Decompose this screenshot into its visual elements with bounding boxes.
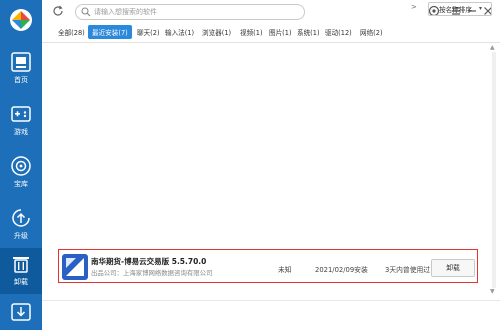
search-icon [81, 7, 91, 17]
sort-dropdown[interactable]: 按名称排序 ▾ [428, 2, 492, 16]
upgrade-icon [12, 209, 30, 227]
scroll-up-arrow-icon[interactable]: ▲ [490, 44, 495, 51]
home-icon [11, 52, 31, 72]
uninstall-button[interactable]: 卸载 [431, 259, 475, 277]
app-publisher: 出品公司：上海家博网络数据咨询有限公司 [91, 269, 213, 277]
sort-label: 按名称排序 [439, 6, 472, 14]
treasury-icon [11, 156, 31, 176]
divider [42, 300, 500, 301]
app-install-date: 2021/02/09安装 [315, 266, 368, 274]
sidebar-item-label: 宝库 [14, 180, 28, 188]
tab-input-method[interactable]: 输入法(1) [165, 27, 194, 37]
search-placeholder: 请输入想搜索的软件 [94, 8, 157, 16]
sidebar-item-treasury[interactable]: 宝库 [0, 150, 42, 194]
sidebar: 首页 游戏 宝库 升级 卸载 [0, 0, 42, 330]
download-manager-icon[interactable] [10, 302, 32, 322]
tab-network[interactable]: 网络(2) [360, 27, 383, 37]
tab-recently-installed[interactable]: 最近安装(7) [88, 25, 132, 39]
sidebar-item-upgrade[interactable]: 升级 [0, 202, 42, 246]
scroll-track[interactable] [492, 52, 496, 288]
search-input[interactable]: 请输入想搜索的软件 [75, 4, 305, 20]
sidebar-item-games[interactable]: 游戏 [0, 98, 42, 142]
sidebar-item-uninstall[interactable]: 卸载 [0, 248, 42, 294]
app-logo-icon [10, 9, 32, 31]
app-size: 未知 [278, 266, 292, 274]
app-name: 南华期货-博易云交易版 5.5.70.0 [91, 257, 207, 266]
app-last-used: 3天内曾使用过 [385, 266, 431, 274]
trash-icon [13, 257, 29, 273]
app-list-row[interactable]: 南华期货-博易云交易版 5.5.70.0 出品公司：上海家博网络数据咨询有限公司… [58, 249, 478, 283]
tabs-more-arrow[interactable]: > [411, 3, 417, 11]
tab-drivers[interactable]: 驱动(12) [325, 27, 352, 37]
sidebar-item-label: 游戏 [14, 128, 28, 136]
category-tabs: 全部(28) 最近安装(7) 聊天(2) 输入法(1) 浏览器(1) 视频(1)… [42, 24, 500, 43]
sidebar-item-label: 升级 [14, 232, 28, 240]
chevron-down-icon: ▾ [479, 5, 483, 12]
tab-images[interactable]: 图片(1) [269, 27, 292, 37]
scroll-down-arrow-icon[interactable]: ▼ [490, 288, 495, 295]
sidebar-item-label: 卸载 [14, 278, 28, 286]
tab-video[interactable]: 视频(1) [240, 27, 263, 37]
sidebar-item-label: 首页 [14, 76, 28, 84]
sidebar-item-home[interactable]: 首页 [0, 46, 42, 90]
app-icon [62, 254, 88, 280]
tab-chat[interactable]: 聊天(2) [137, 27, 160, 37]
gamepad-icon [11, 106, 31, 122]
refresh-icon[interactable] [52, 5, 64, 17]
tab-all[interactable]: 全部(28) [58, 27, 85, 37]
tab-system[interactable]: 系统(1) [297, 27, 320, 37]
tab-browser[interactable]: 浏览器(1) [202, 27, 231, 37]
scrollbar[interactable]: ▲ ▼ [490, 44, 498, 296]
